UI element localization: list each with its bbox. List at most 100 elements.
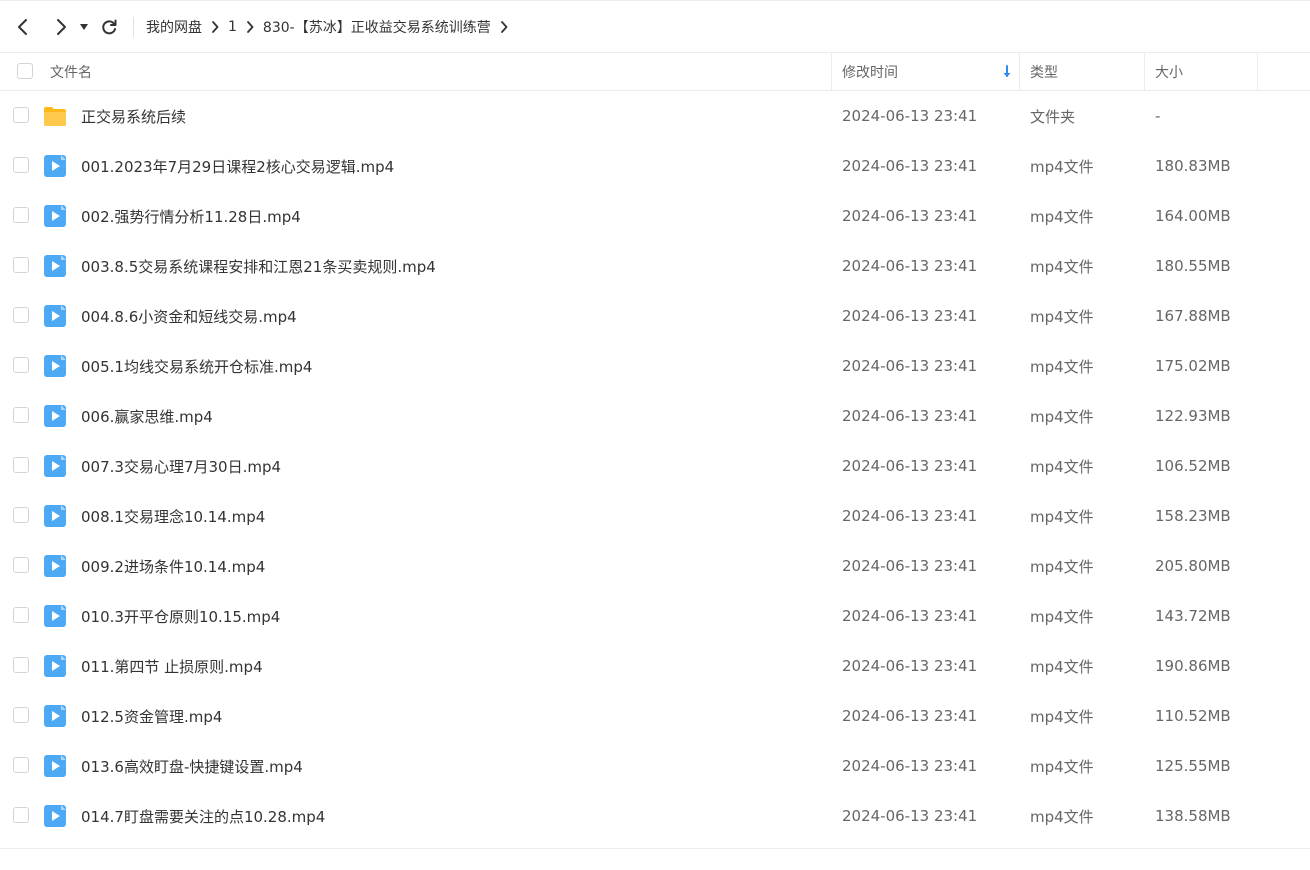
row-checkbox[interactable] bbox=[13, 657, 29, 673]
file-row[interactable]: 009.2进场条件10.14.mp4 2024-06-13 23:41 mp4文件 2… bbox=[0, 541, 1310, 591]
file-size: 158.23MB bbox=[1155, 507, 1231, 525]
row-checkbox[interactable] bbox=[13, 757, 29, 773]
column-divider[interactable] bbox=[831, 53, 832, 91]
column-header-modified[interactable]: 修改时间 bbox=[842, 53, 1018, 91]
file-type: mp4文件 bbox=[1030, 557, 1094, 576]
breadcrumb-separator-icon[interactable] bbox=[500, 20, 508, 33]
video-file-icon bbox=[43, 504, 67, 528]
file-modified-time: 2024-06-13 23:41 bbox=[842, 407, 978, 425]
file-name[interactable]: 正交易系统后续 bbox=[81, 91, 186, 141]
file-size: 143.72MB bbox=[1155, 607, 1231, 625]
row-checkbox[interactable] bbox=[13, 407, 29, 423]
file-name[interactable]: 005.1均线交易系统开仓标准.mp4 bbox=[81, 341, 312, 391]
file-row[interactable]: 001.2023年7月29日课程2核心交易逻辑.mp4 2024-06-13 23… bbox=[0, 141, 1310, 191]
file-modified-time: 2024-06-13 23:41 bbox=[842, 157, 978, 175]
video-file-icon bbox=[43, 804, 67, 828]
row-checkbox[interactable] bbox=[13, 707, 29, 723]
breadcrumb-item-root[interactable]: 我的网盘 bbox=[146, 17, 202, 37]
refresh-icon bbox=[102, 19, 117, 34]
file-size: 175.02MB bbox=[1155, 357, 1231, 375]
video-file-icon bbox=[43, 604, 67, 628]
forward-button[interactable] bbox=[49, 15, 73, 39]
file-modified-time: 2024-06-13 23:41 bbox=[842, 607, 978, 625]
file-name[interactable]: 011.第四节 止损原则.mp4 bbox=[81, 641, 263, 691]
navigation-toolbar: 我的网盘 1 830-【苏冰】正收益交易系统训练营 bbox=[0, 0, 1310, 53]
back-button[interactable] bbox=[11, 15, 35, 39]
breadcrumb-separator-icon bbox=[211, 20, 219, 33]
refresh-button[interactable] bbox=[97, 15, 121, 39]
breadcrumb: 我的网盘 1 830-【苏冰】正收益交易系统训练营 bbox=[146, 17, 517, 37]
file-row[interactable]: 010.3开平仓原则10.15.mp4 2024-06-13 23:41 mp4文件… bbox=[0, 591, 1310, 641]
file-row[interactable]: 004.8.6小资金和短线交易.mp4 2024-06-13 23:41 mp4文件… bbox=[0, 291, 1310, 341]
file-row[interactable]: 013.6高效盯盘-快捷键设置.mp4 2024-06-13 23:41 mp4文件… bbox=[0, 741, 1310, 791]
file-modified-time: 2024-06-13 23:41 bbox=[842, 257, 978, 275]
row-checkbox[interactable] bbox=[13, 207, 29, 223]
video-file-icon bbox=[43, 704, 67, 728]
column-divider[interactable] bbox=[1019, 53, 1020, 91]
file-size: 110.52MB bbox=[1155, 707, 1231, 725]
file-name[interactable]: 001.2023年7月29日课程2核心交易逻辑.mp4 bbox=[81, 141, 394, 191]
row-checkbox[interactable] bbox=[13, 307, 29, 323]
chevron-left-icon bbox=[18, 18, 27, 35]
file-type: mp4文件 bbox=[1030, 407, 1094, 426]
file-row[interactable]: 005.1均线交易系统开仓标准.mp4 2024-06-13 23:41 mp4文件… bbox=[0, 341, 1310, 391]
file-row[interactable]: 012.5资金管理.mp4 2024-06-13 23:41 mp4文件 110.52… bbox=[0, 691, 1310, 741]
history-dropdown-button[interactable] bbox=[77, 15, 91, 39]
breadcrumb-item-current-folder[interactable]: 830-【苏冰】正收益交易系统训练营 bbox=[263, 17, 491, 37]
column-header-modified-label: 修改时间 bbox=[842, 65, 898, 81]
file-name[interactable]: 003.8.5交易系统课程安排和江恩21条买卖规则.mp4 bbox=[81, 241, 436, 291]
file-row[interactable]: 008.1交易理念10.14.mp4 2024-06-13 23:41 mp4文件 1… bbox=[0, 491, 1310, 541]
file-name[interactable]: 004.8.6小资金和短线交易.mp4 bbox=[81, 291, 297, 341]
file-row[interactable]: 011.第四节 止损原则.mp4 2024-06-13 23:41 mp4文件 190… bbox=[0, 641, 1310, 691]
breadcrumb-item-1[interactable]: 1 bbox=[228, 19, 237, 35]
file-name[interactable]: 010.3开平仓原则10.15.mp4 bbox=[81, 591, 280, 641]
video-file-icon bbox=[43, 204, 67, 228]
column-divider[interactable] bbox=[1144, 53, 1145, 91]
file-row[interactable]: 正交易系统后续 2024-06-13 23:41 文件夹 - bbox=[0, 91, 1310, 141]
video-file-icon bbox=[43, 554, 67, 578]
file-size: 122.93MB bbox=[1155, 407, 1231, 425]
file-modified-time: 2024-06-13 23:41 bbox=[842, 457, 978, 475]
file-modified-time: 2024-06-13 23:41 bbox=[842, 557, 978, 575]
column-header-type[interactable]: 类型 bbox=[1030, 53, 1143, 91]
file-modified-time: 2024-06-13 23:41 bbox=[842, 807, 978, 825]
row-checkbox[interactable] bbox=[13, 157, 29, 173]
breadcrumb-separator-icon bbox=[246, 20, 254, 33]
file-row[interactable]: 014.7盯盘需要关注的点10.28.mp4 2024-06-13 23:41 mp… bbox=[0, 791, 1310, 841]
file-row[interactable]: 007.3交易心理7月30日.mp4 2024-06-13 23:41 mp4文件 1… bbox=[0, 441, 1310, 491]
video-file-icon bbox=[43, 454, 67, 478]
file-type: mp4文件 bbox=[1030, 707, 1094, 726]
file-size: 106.52MB bbox=[1155, 457, 1231, 475]
row-checkbox[interactable] bbox=[13, 257, 29, 273]
row-checkbox[interactable] bbox=[13, 507, 29, 523]
file-row[interactable]: 006.赢家思维.mp4 2024-06-13 23:41 mp4文件 122.93M… bbox=[0, 391, 1310, 441]
file-name[interactable]: 013.6高效盯盘-快捷键设置.mp4 bbox=[81, 741, 303, 791]
video-file-icon bbox=[43, 354, 67, 378]
column-header-size[interactable]: 大小 bbox=[1155, 53, 1255, 91]
row-checkbox[interactable] bbox=[13, 457, 29, 473]
row-checkbox[interactable] bbox=[13, 607, 29, 623]
row-checkbox[interactable] bbox=[13, 107, 29, 123]
column-divider[interactable] bbox=[1257, 53, 1258, 91]
file-name[interactable]: 012.5资金管理.mp4 bbox=[81, 691, 222, 741]
file-size: 138.58MB bbox=[1155, 807, 1231, 825]
file-type: 文件夹 bbox=[1030, 107, 1076, 126]
file-name[interactable]: 008.1交易理念10.14.mp4 bbox=[81, 491, 265, 541]
file-row[interactable]: 003.8.5交易系统课程安排和江恩21条买卖规则.mp4 2024-06-13 … bbox=[0, 241, 1310, 291]
file-name[interactable]: 014.7盯盘需要关注的点10.28.mp4 bbox=[81, 791, 325, 841]
row-checkbox[interactable] bbox=[13, 557, 29, 573]
row-checkbox[interactable] bbox=[13, 807, 29, 823]
file-row[interactable]: 002.强势行情分析11.28日.mp4 2024-06-13 23:41 mp4文… bbox=[0, 191, 1310, 241]
file-name[interactable]: 007.3交易心理7月30日.mp4 bbox=[81, 441, 281, 491]
column-header-type-label: 类型 bbox=[1030, 65, 1058, 81]
row-checkbox[interactable] bbox=[13, 357, 29, 373]
column-header-name[interactable]: 文件名 bbox=[50, 53, 830, 91]
file-size: 180.55MB bbox=[1155, 257, 1231, 275]
file-name[interactable]: 009.2进场条件10.14.mp4 bbox=[81, 541, 265, 591]
file-type: mp4文件 bbox=[1030, 307, 1094, 326]
file-modified-time: 2024-06-13 23:41 bbox=[842, 757, 978, 775]
video-file-icon bbox=[43, 404, 67, 428]
select-all-checkbox[interactable] bbox=[17, 63, 33, 79]
file-name[interactable]: 002.强势行情分析11.28日.mp4 bbox=[81, 191, 301, 241]
file-name[interactable]: 006.赢家思维.mp4 bbox=[81, 391, 213, 441]
